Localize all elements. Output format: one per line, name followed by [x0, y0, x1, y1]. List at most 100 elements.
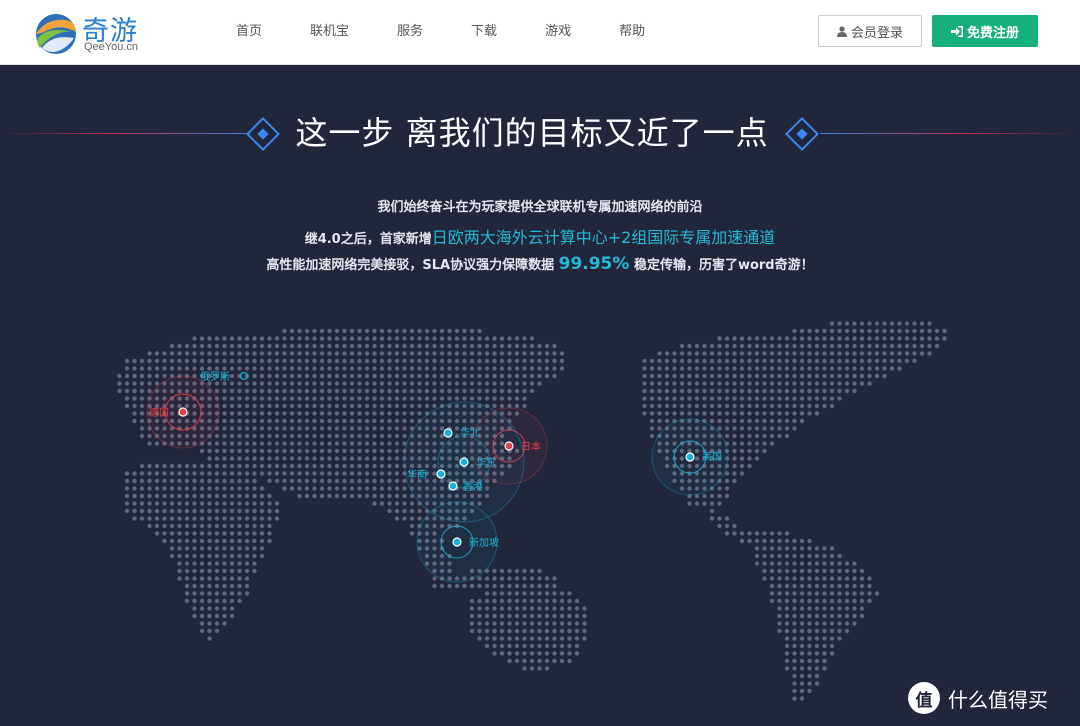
map-dot [327, 418, 332, 424]
map-dot [559, 591, 565, 596]
map-dot [784, 643, 790, 649]
map-dot [372, 456, 377, 461]
map-dot [807, 688, 812, 694]
map-dot [717, 486, 722, 491]
map-node-9[interactable]: 美国 [651, 418, 729, 496]
map-dot [837, 381, 842, 386]
nav-service[interactable]: 服务 [373, 0, 447, 64]
map-dot [334, 471, 340, 476]
map-dot [559, 621, 565, 626]
map-dot [237, 403, 242, 409]
map-dot [777, 433, 782, 439]
node-marker-icon [178, 407, 188, 417]
map-dot [777, 628, 782, 634]
map-dot [889, 321, 895, 326]
map-dot [409, 343, 415, 349]
map-dot [672, 358, 677, 364]
map-dot [229, 373, 235, 379]
map-dot [297, 351, 302, 356]
map-dot [792, 373, 797, 379]
map-dot [507, 636, 512, 641]
map-dot [124, 508, 130, 514]
map-dot [829, 403, 835, 409]
map-dot [799, 538, 805, 544]
map-dot [267, 501, 272, 506]
map-dot [844, 606, 850, 611]
map-dot [777, 591, 782, 596]
map-dot [657, 388, 662, 394]
map-dot [469, 328, 475, 334]
map-dot [379, 501, 385, 506]
map-dot [259, 373, 265, 379]
nav-games[interactable]: 游戏 [521, 0, 595, 64]
map-dot [222, 478, 227, 484]
hero-description-1: 我们始终奋斗在为玩家提供全球联机专属加速网络的前沿 [377, 200, 703, 215]
map-dot [537, 591, 542, 596]
map-dot [522, 358, 527, 364]
map-dot [229, 366, 235, 371]
map-dot [754, 441, 760, 446]
map-dot [552, 343, 557, 349]
map-dot [357, 463, 362, 469]
map-dot [844, 576, 850, 581]
map-dot [702, 381, 707, 386]
map-dot [904, 328, 910, 334]
map-dot [147, 478, 152, 484]
map-dot [177, 493, 182, 499]
map-dot [739, 471, 745, 476]
qeeyou-logo[interactable]: 奇游 QeeYou.cn [32, 6, 152, 58]
free-register-button[interactable]: 免费注册 [932, 15, 1038, 47]
map-dot [702, 411, 707, 416]
map-dot [897, 366, 902, 371]
map-dot [184, 366, 190, 371]
map-dot [514, 613, 520, 619]
map-dot [379, 358, 385, 364]
smzdm-logo-icon: 值 [908, 682, 940, 714]
map-dot [229, 576, 235, 581]
map-dot [267, 358, 272, 364]
map-dot [424, 328, 430, 334]
member-login-button[interactable]: 会员登录 [818, 15, 922, 47]
map-dot [762, 373, 767, 379]
map-dot [244, 583, 250, 589]
map-dot [222, 576, 227, 581]
map-dot [777, 576, 782, 581]
map-dot [792, 643, 797, 649]
map-dot [529, 621, 535, 626]
map-dot [192, 568, 197, 574]
map-dot [207, 553, 212, 559]
map-dot [484, 388, 490, 394]
map-dot [222, 448, 227, 454]
map-dot [259, 456, 265, 461]
map-dot [582, 628, 587, 634]
map-dot [289, 478, 295, 484]
map-dot [289, 486, 295, 491]
map-dot [709, 411, 715, 416]
map-dot [837, 636, 842, 641]
map-dot [252, 478, 257, 484]
map-dot [124, 403, 130, 409]
map-dot [244, 358, 250, 364]
map-dot [372, 441, 377, 446]
map-node-2[interactable]: 德国 [146, 375, 220, 449]
map-dot [462, 328, 467, 334]
map-dot [244, 411, 250, 416]
map-dot [267, 403, 272, 409]
map-dot [207, 471, 212, 476]
map-node-1[interactable]: 俄罗斯 [200, 370, 249, 383]
map-dot [642, 411, 647, 416]
nav-home[interactable]: 首页 [212, 0, 286, 64]
map-dot [409, 396, 415, 401]
map-dot [642, 366, 647, 371]
map-dot [544, 651, 550, 656]
map-dot [207, 493, 212, 499]
map-dot [492, 651, 497, 656]
map-dot [147, 501, 152, 506]
map-dot [492, 336, 497, 341]
nav-download[interactable]: 下载 [447, 0, 521, 64]
map-dot [537, 643, 542, 649]
map-dot [784, 576, 790, 581]
nav-help[interactable]: 帮助 [595, 0, 669, 64]
nav-lianjibao[interactable]: 联机宝 [286, 0, 373, 64]
map-dot [477, 381, 482, 386]
